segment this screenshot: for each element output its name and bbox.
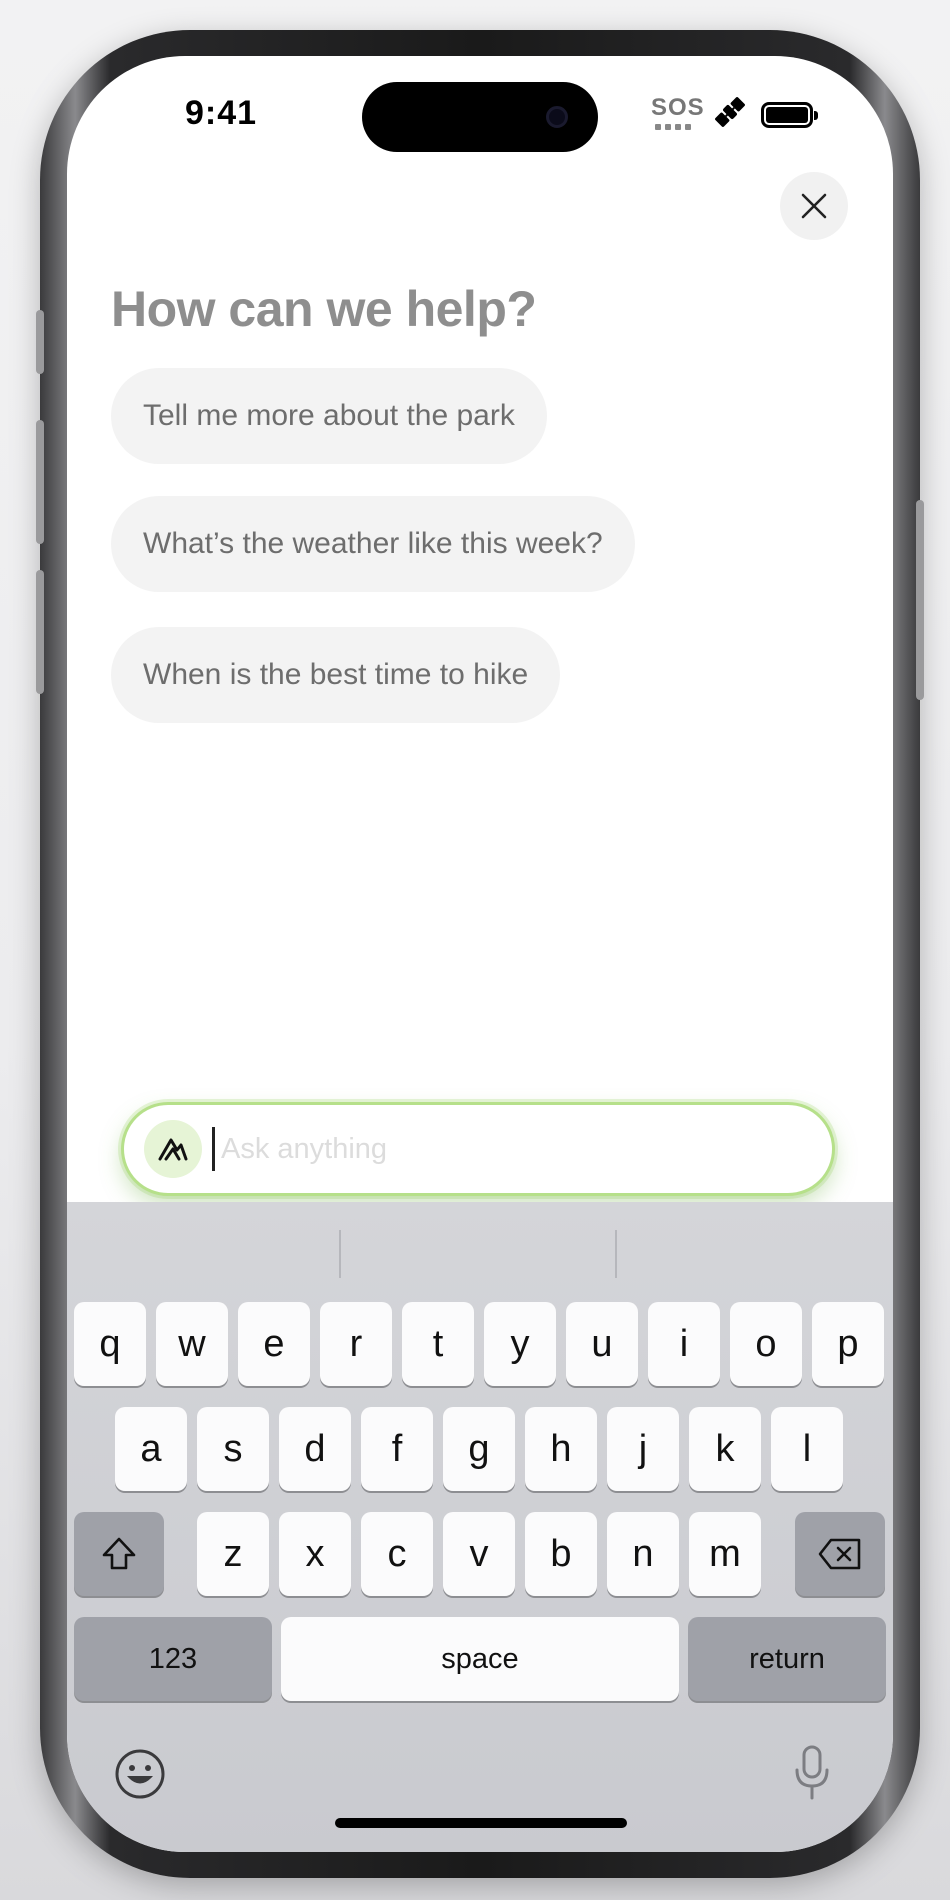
key-m[interactable]: m — [689, 1512, 761, 1596]
dynamic-island — [362, 82, 598, 152]
home-indicator[interactable] — [335, 1818, 627, 1828]
key-w[interactable]: w — [156, 1302, 228, 1386]
delete-key[interactable] — [795, 1512, 885, 1596]
key-k[interactable]: k — [689, 1407, 761, 1491]
key-s[interactable]: s — [197, 1407, 269, 1491]
suggestion-chip-weather[interactable]: What’s the weather like this week? — [111, 496, 635, 592]
shift-icon — [102, 1537, 136, 1570]
key-y[interactable]: y — [484, 1302, 556, 1386]
shift-key[interactable] — [74, 1512, 164, 1596]
sos-dots — [651, 124, 695, 130]
key-j[interactable]: j — [607, 1407, 679, 1491]
key-v[interactable]: v — [443, 1512, 515, 1596]
mountain-logo-icon — [158, 1138, 188, 1161]
assistant-logo — [144, 1120, 202, 1178]
sos-indicator: SOS — [651, 94, 705, 130]
suggestion-chip-park[interactable]: Tell me more about the park — [111, 368, 547, 464]
phone-screen: 9:41 SOS How can we help? Tell me more a… — [67, 56, 893, 1852]
emoji-icon[interactable] — [113, 1747, 167, 1801]
power-button — [916, 500, 924, 700]
key-u[interactable]: u — [566, 1302, 638, 1386]
battery-icon — [761, 102, 818, 128]
return-key[interactable]: return — [688, 1617, 886, 1701]
key-x[interactable]: x — [279, 1512, 351, 1596]
prediction-divider — [339, 1230, 341, 1278]
volume-down-button — [36, 570, 44, 694]
key-n[interactable]: n — [607, 1512, 679, 1596]
key-d[interactable]: d — [279, 1407, 351, 1491]
key-a[interactable]: a — [115, 1407, 187, 1491]
status-time: 9:41 — [185, 94, 258, 132]
satellite-icon — [715, 97, 745, 127]
space-key[interactable]: space — [281, 1617, 679, 1701]
front-camera — [546, 106, 568, 128]
ask-input[interactable] — [221, 1132, 781, 1166]
key-g[interactable]: g — [443, 1407, 515, 1491]
volume-up-button — [36, 420, 44, 544]
key-e[interactable]: e — [238, 1302, 310, 1386]
key-b[interactable]: b — [525, 1512, 597, 1596]
sos-label: SOS — [651, 94, 705, 121]
action-button — [36, 310, 44, 374]
microphone-icon[interactable] — [792, 1744, 832, 1802]
numbers-key[interactable]: 123 — [74, 1617, 272, 1701]
ask-input-bar[interactable] — [121, 1102, 835, 1196]
key-f[interactable]: f — [361, 1407, 433, 1491]
key-z[interactable]: z — [197, 1512, 269, 1596]
close-button[interactable] — [780, 172, 848, 240]
key-q[interactable]: q — [74, 1302, 146, 1386]
key-p[interactable]: p — [812, 1302, 884, 1386]
key-l[interactable]: l — [771, 1407, 843, 1491]
close-icon — [801, 193, 827, 219]
key-t[interactable]: t — [402, 1302, 474, 1386]
key-r[interactable]: r — [320, 1302, 392, 1386]
key-c[interactable]: c — [361, 1512, 433, 1596]
key-h[interactable]: h — [525, 1407, 597, 1491]
prediction-divider — [615, 1230, 617, 1278]
delete-icon — [818, 1538, 861, 1570]
suggestion-chip-hike[interactable]: When is the best time to hike — [111, 627, 561, 723]
text-caret — [212, 1127, 215, 1171]
keyboard: q w e r t y u i o p a s d f g h j k l z … — [67, 1202, 893, 1852]
key-o[interactable]: o — [730, 1302, 802, 1386]
page-title: How can we help? — [111, 281, 537, 337]
key-i[interactable]: i — [648, 1302, 720, 1386]
